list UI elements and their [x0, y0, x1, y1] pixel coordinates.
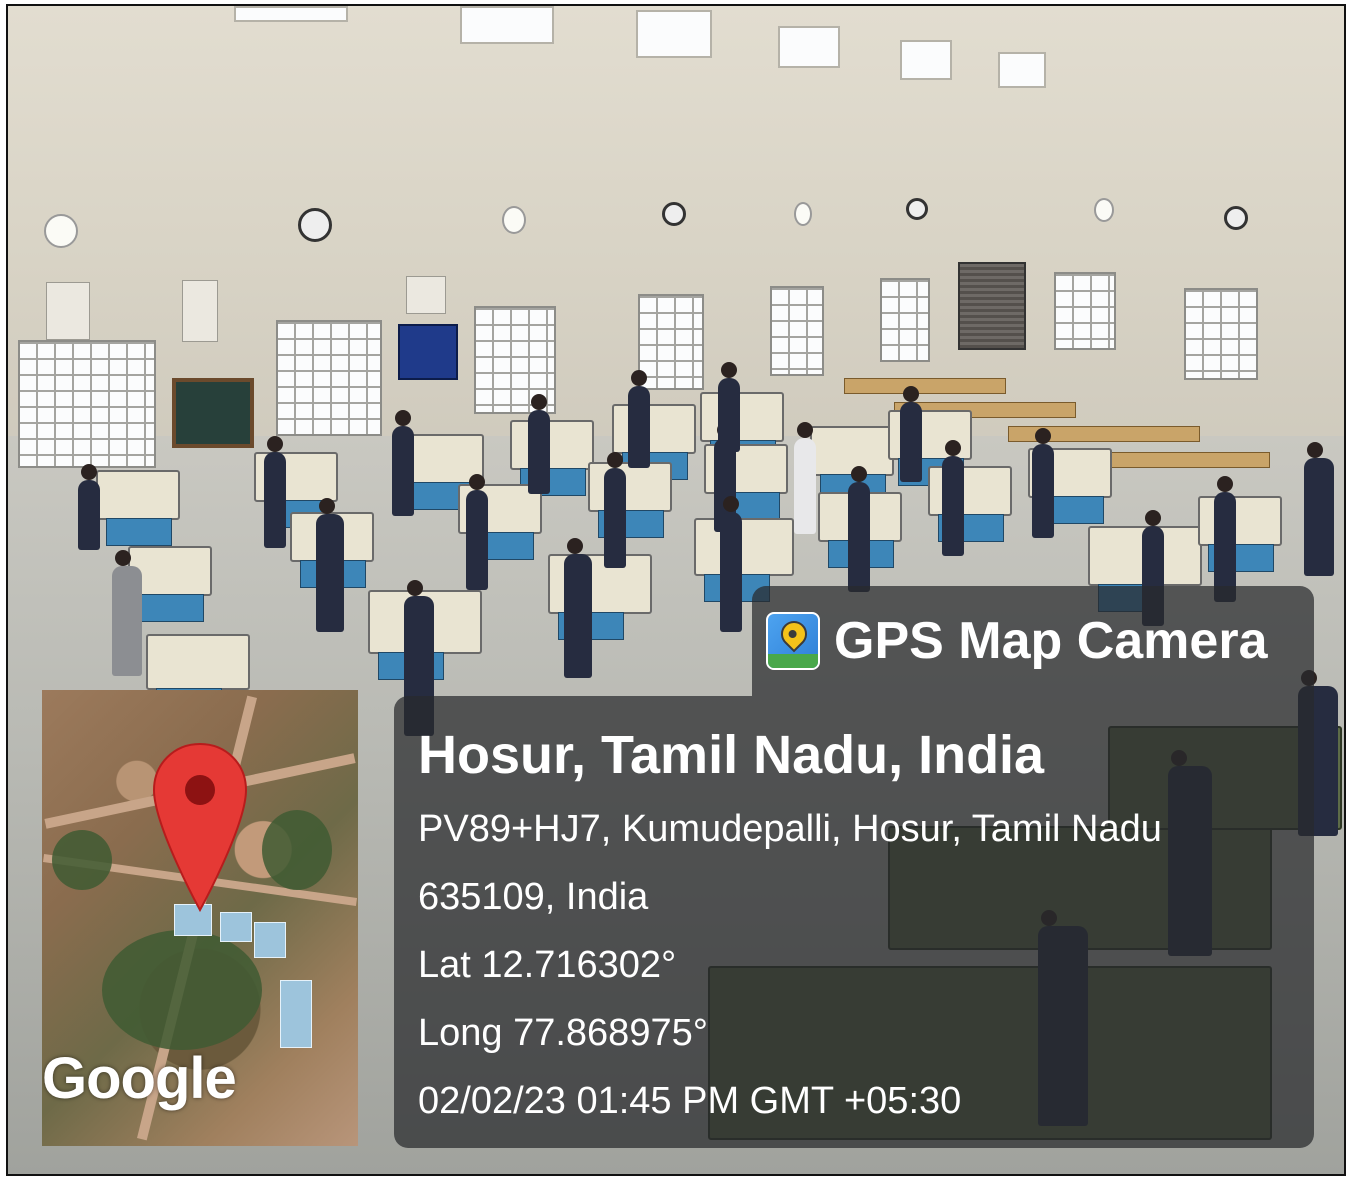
exhaust-fan: [906, 198, 928, 220]
longitude-text: Long 77.868975°: [418, 1012, 708, 1054]
wall-lamp: [1094, 198, 1114, 222]
window: [1054, 272, 1116, 350]
rolling-shutter: [958, 262, 1026, 350]
student: [720, 496, 742, 632]
lathe-machine: [694, 518, 794, 602]
wall-lamp: [44, 214, 78, 248]
skylight: [234, 6, 348, 22]
app-name: GPS Map Camera: [834, 612, 1268, 670]
lathe-machine: [700, 392, 784, 468]
lathe-machine: [146, 634, 250, 716]
lathe-machine: [612, 404, 696, 480]
location-title: Hosur, Tamil Nadu, India: [418, 725, 1045, 785]
window: [1184, 288, 1258, 380]
lathe-machine: [510, 420, 594, 496]
student: [628, 370, 650, 468]
skylight: [998, 52, 1046, 88]
map-building-roof: [254, 922, 286, 958]
timestamp-text: 02/02/23 01:45 PM GMT +05:30: [418, 1080, 962, 1122]
skylight: [636, 10, 712, 58]
exhaust-fan: [298, 208, 332, 242]
lathe-machine: [1198, 496, 1282, 572]
student: [316, 498, 344, 632]
map-thumbnail: Google: [42, 690, 358, 1146]
skylight: [900, 40, 952, 80]
window: [638, 294, 704, 390]
map-trees: [102, 930, 262, 1050]
map-pin-icon: [152, 742, 248, 912]
wall-chart: [46, 282, 90, 340]
student: [604, 452, 626, 568]
window: [770, 286, 824, 376]
location-info-panel: Hosur, Tamil Nadu, India PV89+HJ7, Kumud…: [394, 696, 1314, 1148]
instructor: [794, 422, 816, 534]
student: [264, 436, 286, 548]
wall-lamp: [794, 202, 812, 226]
address-line-1: PV89+HJ7, Kumudepalli, Hosur, Tamil Nadu: [418, 808, 1162, 850]
photo-frame: Google GPS Map Camera Hosur, Tamil Nadu,…: [6, 4, 1346, 1176]
student: [392, 410, 414, 516]
app-tag: GPS Map Camera: [752, 586, 1314, 696]
lathe-machine: [928, 466, 1012, 542]
work-bench: [844, 378, 1006, 394]
wall-chart: [182, 280, 218, 342]
student: [942, 440, 964, 556]
wall-chart: [406, 276, 446, 314]
student: [564, 538, 592, 678]
map-building-roof: [220, 912, 252, 942]
student: [848, 466, 870, 592]
window: [18, 340, 156, 468]
wall-lamp: [502, 206, 526, 234]
student: [78, 464, 100, 550]
map-trees: [262, 810, 332, 890]
google-logo: Google: [42, 1046, 237, 1111]
lathe-machine: [96, 470, 180, 546]
student: [1032, 428, 1054, 538]
student: [528, 394, 550, 494]
notice-board: [172, 378, 254, 448]
window: [276, 320, 382, 436]
latitude-text: Lat 12.716302°: [418, 944, 677, 986]
skylight: [778, 26, 840, 68]
safety-notice: [398, 324, 458, 380]
map-trees: [52, 830, 112, 890]
gps-map-camera-app-icon: [766, 612, 820, 670]
address-line-2: 635109, India: [418, 876, 649, 918]
student: [112, 550, 142, 676]
exhaust-fan: [1224, 206, 1248, 230]
skylight: [460, 6, 554, 44]
lathe-machine: [588, 462, 672, 538]
student: [466, 474, 488, 590]
student: [900, 386, 922, 482]
window: [880, 278, 930, 362]
exhaust-fan: [662, 202, 686, 226]
student: [1304, 442, 1334, 576]
student: [718, 362, 740, 452]
map-building-roof: [280, 980, 312, 1048]
